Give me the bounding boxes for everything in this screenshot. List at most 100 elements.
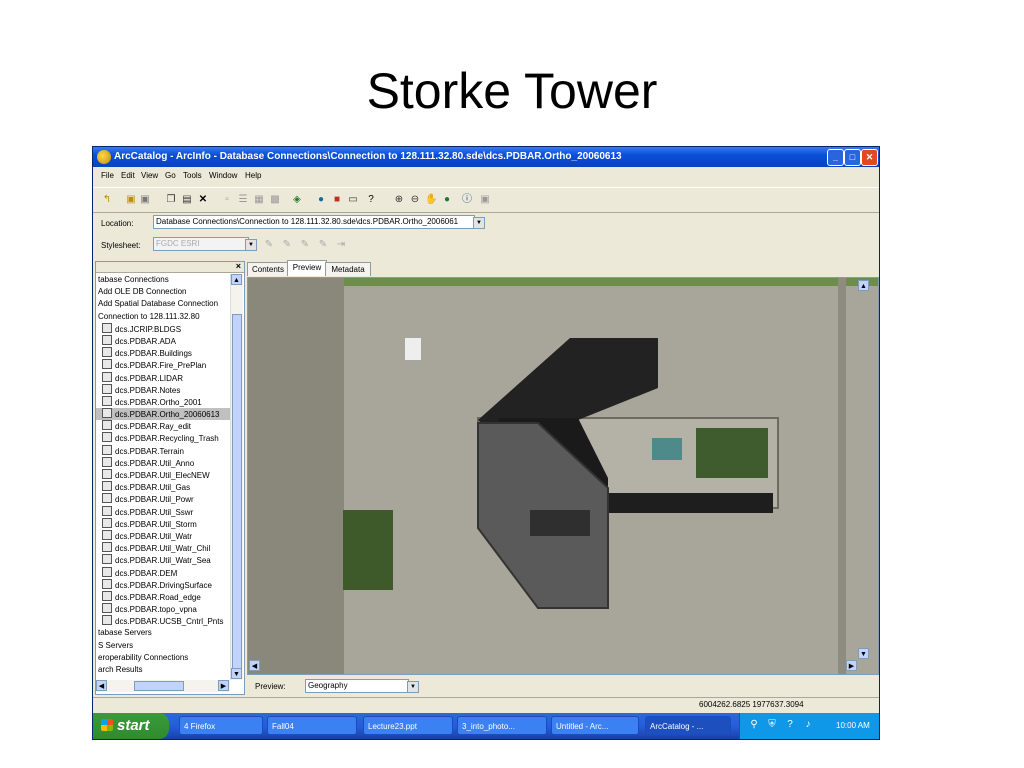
tree-item[interactable]: dcs.PDBAR.UCSB_Cntrl_Pnts <box>96 615 230 627</box>
stylesheet-field[interactable]: FGDC ESRI <box>153 237 249 251</box>
tree-item[interactable]: dcs.PDBAR.LIDAR <box>96 371 230 384</box>
list-icon[interactable]: ☰ <box>237 194 249 206</box>
menu-view[interactable]: View <box>141 171 158 180</box>
tree-item[interactable]: eroperability Connections <box>96 652 230 664</box>
zoom-out-icon[interactable]: ⊖ <box>409 194 421 206</box>
create-thumbnail-icon[interactable]: ▣ <box>479 194 491 206</box>
menu-window[interactable]: Window <box>209 171 237 180</box>
tray-network-icon[interactable]: ⚲ <box>748 719 760 731</box>
preview-scroll-right-icon[interactable]: ▶ <box>846 660 857 671</box>
large-icons-icon[interactable]: ▫ <box>221 194 233 206</box>
tree-item[interactable]: dcs.PDBAR.Ray_edit <box>96 420 230 432</box>
pan-icon[interactable]: ✋ <box>425 194 437 206</box>
thumbnails-icon[interactable]: ▩ <box>269 194 281 206</box>
task-arccatalog[interactable]: ArcCatalog - ... <box>645 716 731 735</box>
tree-item[interactable]: dcs.PDBAR.Buildings <box>96 347 230 359</box>
whats-this-icon[interactable]: ? <box>365 194 377 206</box>
tree-item[interactable]: Add Spatial Database Connection <box>96 298 230 310</box>
tree-hscroll-thumb[interactable] <box>134 681 184 691</box>
preview-type-dropdown[interactable]: ▼ <box>407 681 419 693</box>
maximize-button[interactable]: □ <box>844 149 861 166</box>
command-line-icon[interactable]: ▭ <box>347 194 359 206</box>
tree-item[interactable]: dcs.PDBAR.Ortho_20060613 <box>96 408 230 421</box>
task-untitled-arcmap[interactable]: Untitled - Arc... <box>551 716 639 735</box>
tree-item[interactable]: tabase Servers <box>96 627 230 639</box>
search-icon[interactable]: ● <box>315 194 327 206</box>
tab-preview[interactable]: Preview <box>287 260 327 276</box>
tree-scroll-thumb[interactable] <box>232 314 242 674</box>
location-dropdown[interactable]: ▼ <box>473 217 485 229</box>
copy-icon[interactable]: ❐ <box>165 194 177 206</box>
tree-horizontal-scrollbar[interactable]: ◀ ▶ <box>96 680 230 692</box>
tree-item[interactable]: dcs.JCRIP.BLDGS <box>96 322 230 335</box>
launch-arcmap-icon[interactable]: ◈ <box>291 194 303 206</box>
minimize-button[interactable]: _ <box>827 149 844 166</box>
title-bar[interactable]: ArcCatalog - ArcInfo - Database Connecti… <box>93 147 879 167</box>
menu-go[interactable]: Go <box>165 171 176 180</box>
menu-tools[interactable]: Tools <box>183 171 202 180</box>
task-lecture23[interactable]: Lecture23.ppt <box>363 716 453 735</box>
menu-edit[interactable]: Edit <box>121 171 135 180</box>
connect-folder-icon[interactable]: ▣ <box>125 194 137 206</box>
tree-item[interactable]: dcs.PDBAR.Util_Sswr <box>96 505 230 518</box>
tree-item[interactable]: dcs.PDBAR.Ortho_2001 <box>96 395 230 408</box>
location-field[interactable]: Database Connections\Connection to 128.1… <box>153 215 475 229</box>
tree-item[interactable]: dcs.PDBAR.Util_Storm <box>96 517 230 530</box>
metadata-properties-icon[interactable]: ✎ <box>281 239 293 251</box>
scroll-up-icon[interactable]: ▲ <box>231 274 242 285</box>
tree-item[interactable]: dcs.PDBAR.Road_edge <box>96 590 230 603</box>
tree-item[interactable]: dcs.PDBAR.Notes <box>96 383 230 396</box>
export-metadata-icon[interactable]: ✎ <box>317 239 329 251</box>
tree-item[interactable]: dcs.PDBAR.DEM <box>96 566 230 579</box>
tree-item[interactable]: dcs.PDBAR.ADA <box>96 334 230 347</box>
tree-close-icon[interactable]: × <box>236 262 241 271</box>
tree-item[interactable]: Connection to 128.111.32.80 <box>96 311 230 323</box>
tree-item[interactable]: dcs.PDBAR.DrivingSurface <box>96 578 230 591</box>
tree-item[interactable]: S Servers <box>96 640 230 652</box>
update-metadata-icon[interactable]: ⇥ <box>335 239 347 251</box>
zoom-in-icon[interactable]: ⊕ <box>393 194 405 206</box>
preview-pane[interactable]: ▲ ▼ ◀ ▶ <box>247 277 879 675</box>
tree-item[interactable]: dcs.PDBAR.Util_Watr_Sea <box>96 554 230 566</box>
close-button[interactable]: ✕ <box>861 149 878 166</box>
tree-item[interactable]: dcs.PDBAR.Util_Watr <box>96 529 230 542</box>
preview-scroll-up-icon[interactable]: ▲ <box>858 280 869 291</box>
disconnect-folder-icon[interactable]: ▣ <box>139 194 151 206</box>
tray-help-icon[interactable]: ? <box>784 719 796 731</box>
menu-help[interactable]: Help <box>245 171 261 180</box>
full-extent-icon[interactable]: ● <box>441 194 453 206</box>
tree-item[interactable]: dcs.PDBAR.Util_Gas <box>96 481 230 493</box>
paste-icon[interactable]: ▤ <box>181 194 193 206</box>
task-firefox[interactable]: 4 Firefox <box>179 716 263 735</box>
tree-item[interactable]: dcs.PDBAR.Terrain <box>96 444 230 457</box>
stylesheet-dropdown[interactable]: ▼ <box>245 239 257 251</box>
preview-scroll-down-icon[interactable]: ▼ <box>858 648 869 659</box>
menu-file[interactable]: File <box>101 171 114 180</box>
scroll-right-icon[interactable]: ▶ <box>218 680 229 691</box>
import-metadata-icon[interactable]: ✎ <box>299 239 311 251</box>
preview-scroll-left-icon[interactable]: ◀ <box>249 660 260 671</box>
tree-item[interactable]: tabase Connections <box>96 274 230 286</box>
tray-volume-icon[interactable]: ♪ <box>802 719 814 731</box>
preview-type-select[interactable]: Geography <box>305 679 409 693</box>
task-fall04[interactable]: Fall04 <box>267 716 357 735</box>
tree-item[interactable]: dcs.PDBAR.Fire_PrePlan <box>96 359 230 371</box>
tree-item[interactable]: arch Results <box>96 664 230 676</box>
scroll-down-icon[interactable]: ▼ <box>231 668 242 679</box>
tree-item[interactable]: dcs.PDBAR.Recycling_Trash <box>96 432 230 444</box>
tree-item[interactable]: dcs.PDBAR.topo_vpna <box>96 603 230 615</box>
tab-contents[interactable]: Contents <box>247 262 289 276</box>
scroll-left-icon[interactable]: ◀ <box>96 680 107 691</box>
up-one-level-icon[interactable]: ↰ <box>101 194 113 206</box>
tree-item[interactable]: dcs.PDBAR.Util_ElecNEW <box>96 469 230 481</box>
arctoolbox-icon[interactable]: ■ <box>331 194 343 206</box>
edit-metadata-icon[interactable]: ✎ <box>263 239 275 251</box>
tree-item[interactable]: dcs.PDBAR.Util_Anno <box>96 456 230 469</box>
tree-vertical-scrollbar[interactable]: ▲ ▼ <box>230 274 243 680</box>
start-button[interactable]: start <box>93 713 169 739</box>
tree-item[interactable]: Add OLE DB Connection <box>96 286 230 298</box>
tree-item[interactable]: dcs.PDBAR.Util_Watr_Chil <box>96 542 230 554</box>
delete-icon[interactable]: ✕ <box>197 194 209 206</box>
identify-icon[interactable]: ⓘ <box>461 194 473 206</box>
details-icon[interactable]: ▦ <box>253 194 265 206</box>
